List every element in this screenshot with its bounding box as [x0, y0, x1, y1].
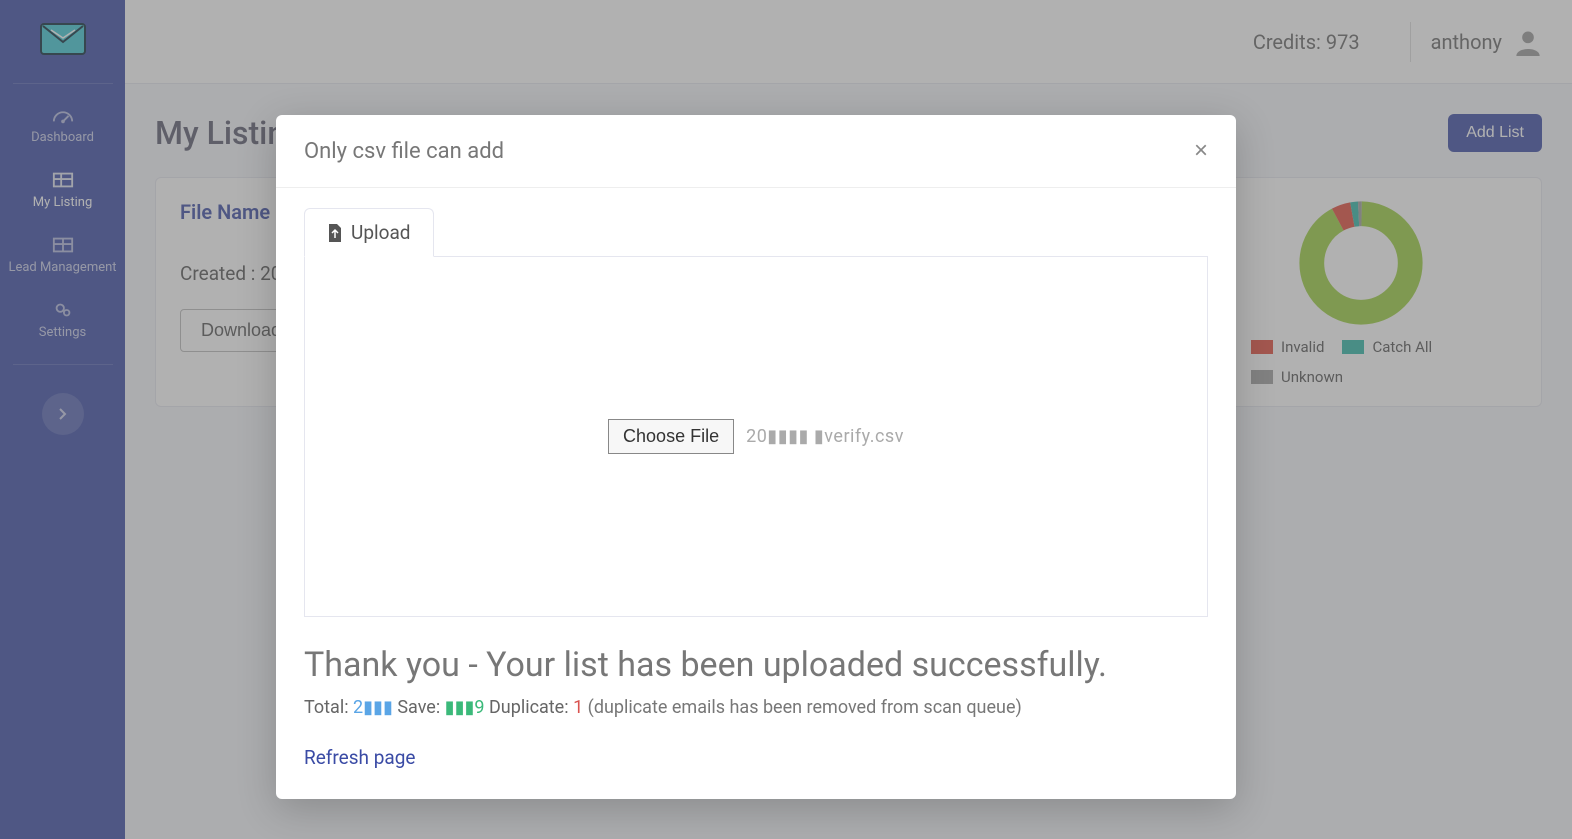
- duplicate-value: 1: [573, 697, 583, 718]
- refresh-page-link[interactable]: Refresh page: [304, 746, 415, 769]
- tab-upload[interactable]: Upload: [304, 208, 434, 257]
- total-value: 2▮▮▮: [353, 697, 393, 718]
- close-icon: ×: [1194, 137, 1208, 164]
- modal-header: Only csv file can add ×: [276, 115, 1236, 188]
- tabs: Upload: [304, 208, 1208, 257]
- choose-file-button[interactable]: Choose File: [608, 419, 734, 454]
- tab-label: Upload: [351, 221, 411, 244]
- file-upload-icon: [327, 224, 343, 242]
- upload-stats: Total: 2▮▮▮ Save: ▮▮▮9 Duplicate: 1 (dup…: [276, 685, 1236, 718]
- save-label: Save:: [397, 697, 440, 718]
- success-message: Thank you - Your list has been uploaded …: [276, 645, 1236, 685]
- modal-body: Upload Choose File 20▮▮▮▮ ▮verify.csv: [276, 188, 1236, 617]
- modal-title: Only csv file can add: [304, 139, 504, 164]
- total-label: Total:: [304, 697, 349, 718]
- close-button[interactable]: ×: [1194, 137, 1208, 165]
- duplicate-note: (duplicate emails has been removed from …: [588, 697, 1022, 718]
- duplicate-label: Duplicate:: [489, 697, 569, 718]
- upload-zone: Choose File 20▮▮▮▮ ▮verify.csv: [304, 257, 1208, 617]
- chosen-file-name: 20▮▮▮▮ ▮verify.csv: [746, 426, 904, 447]
- upload-modal: Only csv file can add × Upload Choose Fi…: [276, 115, 1236, 799]
- save-value: ▮▮▮9: [445, 697, 485, 718]
